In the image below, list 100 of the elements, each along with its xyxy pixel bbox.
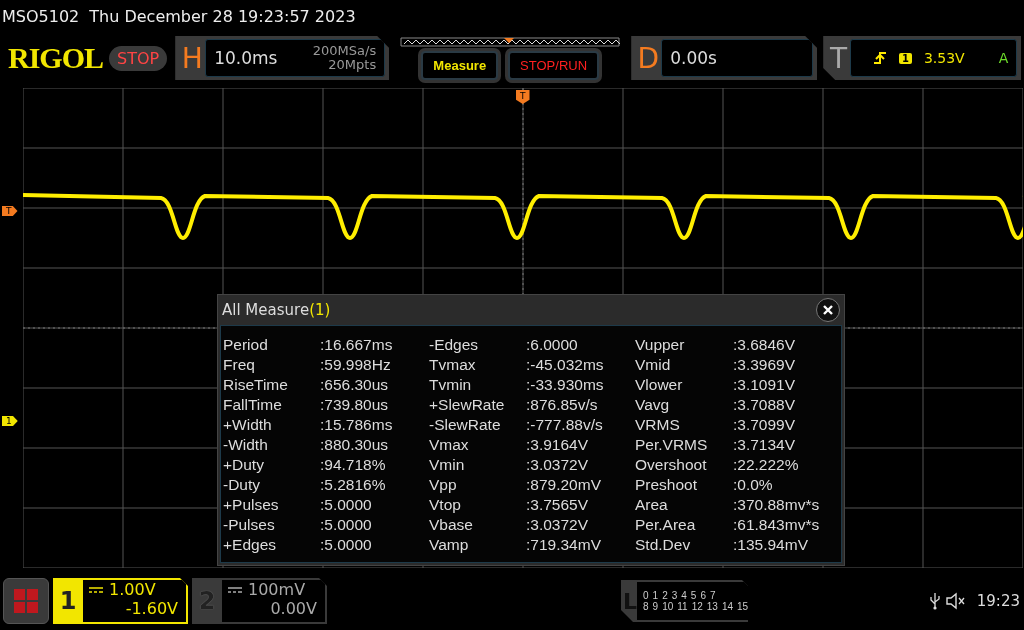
measure-name: Vavg	[635, 396, 671, 415]
measure-value: :876.85v/s	[526, 396, 599, 415]
status-time: 19:23	[976, 592, 1020, 610]
delay-value: 0.00s	[670, 48, 717, 68]
logic-bit: 5	[690, 590, 697, 601]
channel-marker[interactable]: 1	[2, 416, 18, 426]
measure-value: :5.0000	[320, 536, 373, 555]
measure-value: :5.0000	[320, 516, 373, 535]
measure-value: :-777.88v/s	[526, 416, 604, 435]
measure-name: Per.VRMS	[635, 436, 709, 455]
trigger-source: 1	[898, 52, 912, 64]
logic-bit: 4	[681, 590, 687, 601]
measure-name: FallTime	[223, 396, 283, 415]
measure-value: :3.7088V	[733, 396, 797, 415]
measure-value: :3.7134V	[733, 436, 797, 455]
dc-coupling-icon	[228, 586, 242, 593]
measure-name: +Duty	[223, 456, 265, 475]
trigger-label: T	[829, 41, 849, 75]
measure-value: :-45.032ms	[526, 356, 605, 375]
horizontal-panel[interactable]: H 10.0ms 200MSa/s 20Mpts	[175, 36, 390, 80]
measure-name: Overshoot	[635, 456, 708, 475]
measure-value: :0.0%	[733, 476, 774, 495]
measure-name: Per.Area	[635, 516, 697, 535]
usb-icon	[928, 592, 941, 610]
trigger-panel[interactable]: T 1 3.53V A	[823, 36, 1022, 80]
measure-name: Tvmin	[429, 376, 473, 395]
logic-bit: 0	[643, 590, 649, 601]
measure-value: :3.0372V	[526, 516, 590, 535]
channel-offset: 0.00V	[270, 599, 317, 618]
measure-name: VRMS	[635, 416, 681, 435]
measure-value: :880.30us	[320, 436, 390, 455]
logic-bit: 3	[671, 590, 678, 601]
measure-value: :15.786ms	[320, 416, 394, 435]
logic-bit: 1	[652, 590, 659, 601]
measure-name: -Edges	[429, 336, 480, 355]
logic-bit: 8	[643, 601, 649, 612]
logic-bit: 6	[700, 590, 706, 601]
measure-name: Vmax	[429, 436, 470, 455]
trigger-level: 3.53V	[923, 50, 965, 66]
measure-name: +Width	[223, 416, 273, 435]
logic-bit: 11	[677, 601, 688, 612]
measure-name: Period	[223, 336, 269, 355]
measure-name: Vtop	[429, 496, 462, 515]
measure-value: :3.3969V	[733, 356, 797, 375]
sample-rate: 200MSa/s	[312, 44, 377, 58]
brand-logo: RIGOL	[8, 41, 104, 75]
measure-value: :370.88mv*s	[733, 496, 821, 515]
measure-value: :656.30us	[320, 376, 390, 395]
measure-value: :3.9164V	[526, 436, 590, 455]
memory-position-icon	[400, 36, 621, 47]
trigger-position-marker[interactable]: T	[516, 90, 530, 104]
dc-coupling-icon	[89, 586, 103, 593]
dialog-title: All Measure(1)	[222, 301, 331, 319]
trigger-level-marker[interactable]: T	[2, 206, 18, 216]
measure-name: +Edges	[223, 536, 277, 555]
measure-value: :135.94mV	[733, 536, 809, 555]
memory-depth: 20Mpts	[328, 58, 377, 72]
delay-label: D	[636, 41, 660, 75]
logic-bit: 10	[662, 601, 674, 612]
channel-scale: 100mV	[248, 580, 306, 599]
measure-button[interactable]: Measure	[421, 50, 499, 80]
measure-value: :59.998Hz	[320, 356, 392, 375]
measure-name: Tvmax	[429, 356, 477, 375]
stop-run-button[interactable]: STOP/RUN	[508, 50, 600, 80]
horizontal-label: H	[180, 41, 204, 75]
measure-value: :22.222%	[733, 456, 800, 475]
channel-panel[interactable]: 1 1.00V -1.60V	[53, 578, 188, 624]
channel-scale: 1.00V	[109, 580, 156, 599]
measure-value: :3.1091V	[733, 376, 797, 395]
measure-name: Preshoot	[635, 476, 699, 495]
logic-bit: 15	[737, 601, 749, 612]
rising-edge-icon	[872, 51, 887, 65]
measure-name: -Pulses	[223, 516, 276, 535]
measure-value: :3.6846V	[733, 336, 797, 355]
measure-name: +Pulses	[223, 496, 280, 515]
channel-offset: -1.60V	[125, 599, 178, 618]
delay-panel[interactable]: D 0.00s	[631, 36, 818, 80]
logic-bit: 12	[691, 601, 703, 612]
date-time: Thu December 28 19:23:57 2023	[89, 6, 356, 26]
measure-name: -Duty	[223, 476, 262, 495]
measure-value: :16.667ms	[320, 336, 394, 355]
measure-name: -SlewRate	[429, 416, 502, 435]
measure-name: RiseTime	[223, 376, 289, 395]
measure-name: Std.Dev	[635, 536, 692, 555]
close-button[interactable]	[816, 298, 840, 322]
measure-value: :5.2816%	[320, 476, 387, 495]
logic-bit: 2	[662, 590, 668, 601]
measure-value: :3.0372V	[526, 456, 590, 475]
measure-name: Vamp	[429, 536, 470, 555]
measure-name: Vbase	[429, 516, 474, 535]
model-name: MSO5102	[2, 6, 80, 26]
measure-value: :61.843mv*s	[733, 516, 821, 535]
logic-bit: 13	[706, 601, 718, 612]
measure-value: :6.0000	[526, 336, 579, 355]
measure-name: Vpp	[429, 476, 458, 495]
measure-name: -Width	[223, 436, 269, 455]
measure-name: Vlower	[635, 376, 684, 395]
measure-value: :3.7099V	[733, 416, 797, 435]
logic-bit: 7	[709, 590, 716, 601]
measure-value: :739.80us	[320, 396, 390, 415]
